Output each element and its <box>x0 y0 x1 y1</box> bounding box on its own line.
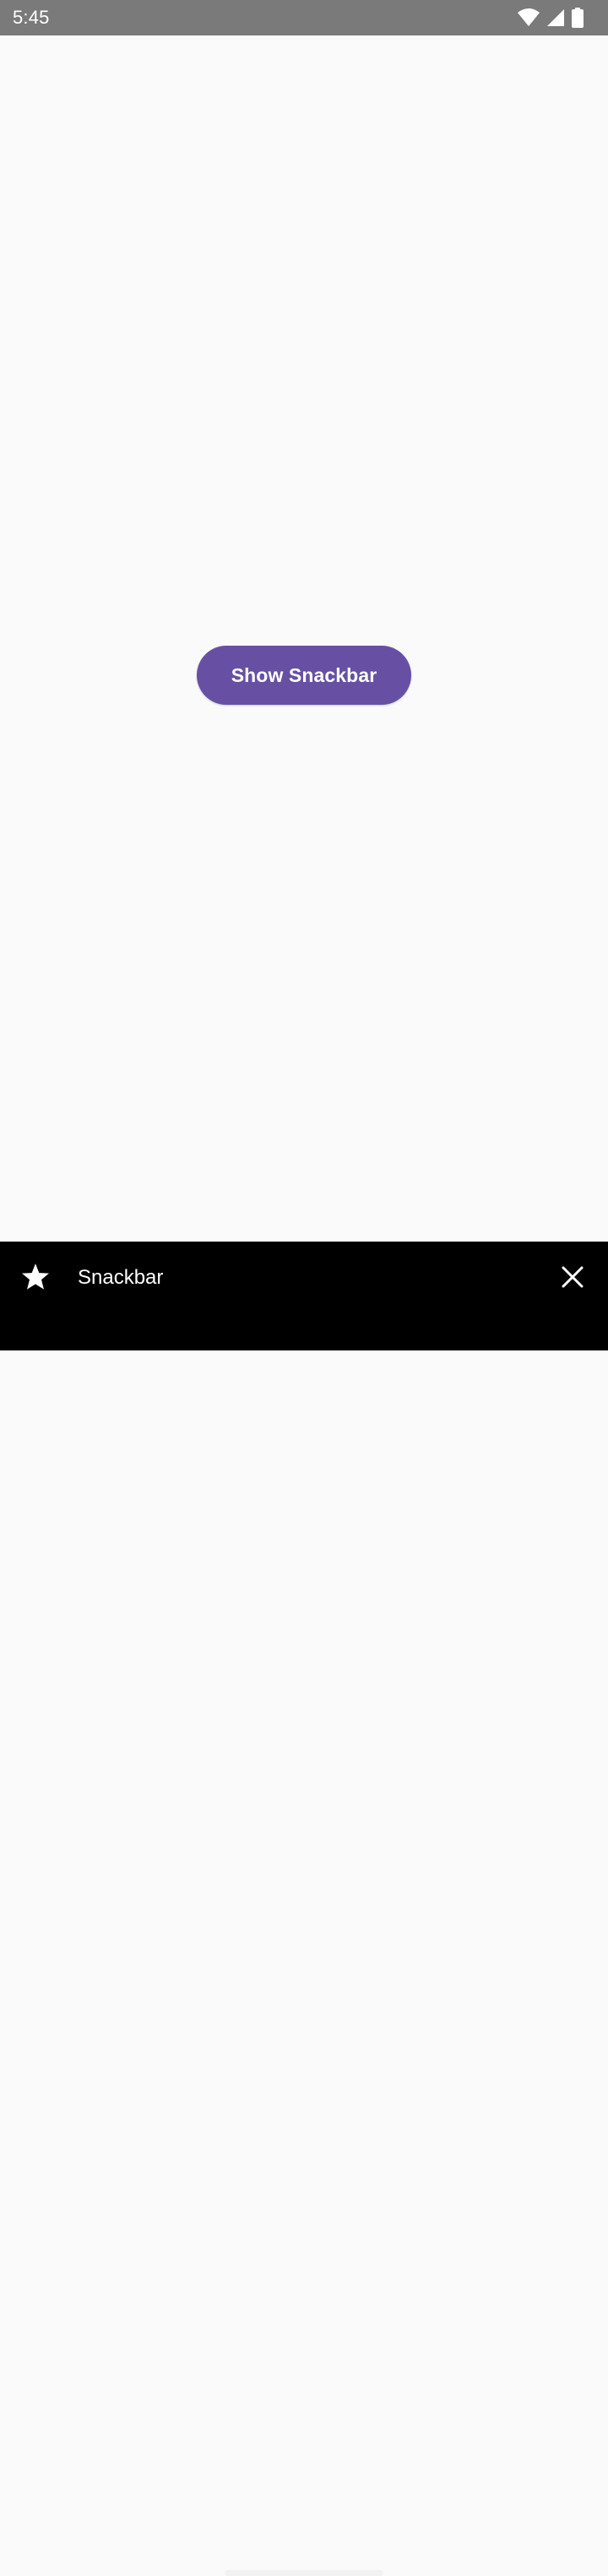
home-indicator[interactable] <box>225 2570 383 2576</box>
cellular-signal-icon <box>546 8 566 28</box>
main-content: Show Snackbar <box>0 35 608 1242</box>
show-snackbar-button[interactable]: Show Snackbar <box>197 646 411 705</box>
status-time: 5:45 <box>13 7 50 28</box>
close-icon[interactable] <box>554 1258 591 1296</box>
snackbar: Snackbar <box>0 1242 608 2576</box>
battery-icon <box>571 8 584 28</box>
status-icons <box>517 8 584 28</box>
star-icon <box>19 1260 52 1294</box>
wifi-icon <box>517 8 540 28</box>
status-bar: 5:45 <box>0 0 608 35</box>
snackbar-message: Snackbar <box>78 1266 164 1289</box>
